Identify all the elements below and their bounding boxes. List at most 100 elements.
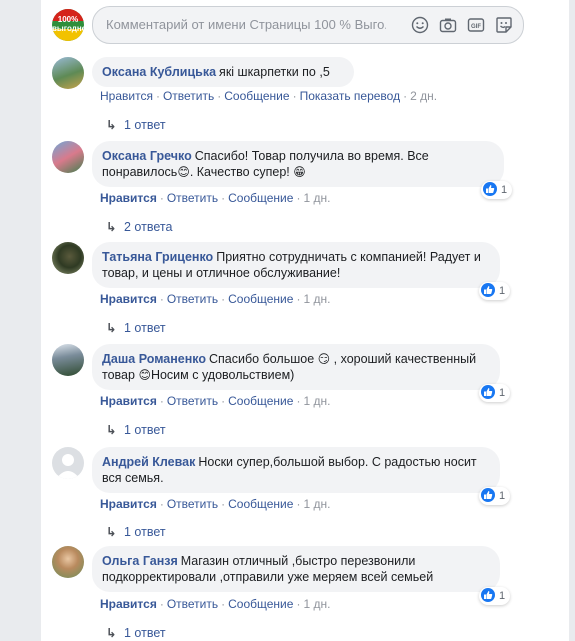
reaction-badge[interactable]: 1 <box>479 282 511 300</box>
comment-author[interactable]: Оксана Гречко <box>102 149 192 163</box>
replies-link[interactable]: ↳ 1 ответ <box>106 422 166 437</box>
page-avatar-text: 100% выгодно <box>52 15 84 33</box>
comment-author[interactable]: Даша Романенко <box>102 352 206 366</box>
like-link[interactable]: Нравится <box>100 292 157 306</box>
smile-icon[interactable] <box>411 16 429 34</box>
avatar[interactable] <box>52 57 84 89</box>
reaction-count: 1 <box>499 590 506 602</box>
reaction-badge[interactable]: 1 <box>481 181 513 199</box>
replies-count: 1 ответ <box>124 626 166 640</box>
message-link[interactable]: Сообщение <box>228 497 293 511</box>
comment-text-continued: . Качество супер! <box>189 165 290 179</box>
reaction-badge[interactable]: 1 <box>479 487 511 505</box>
message-link[interactable]: Сообщение <box>228 597 293 611</box>
translate-link[interactable]: Показать перевод <box>300 89 401 103</box>
comment-actions: Нравится · Ответить · Сообщение · 1 дн. <box>100 497 331 511</box>
like-link[interactable]: Нравится <box>100 497 157 511</box>
comment-input-placeholder: Комментарий от имени Страницы 100 % Выго… <box>106 17 386 32</box>
message-link[interactable]: Сообщение <box>228 394 293 408</box>
timestamp[interactable]: 1 дн. <box>303 597 330 611</box>
like-icon <box>481 588 495 602</box>
reply-arrow-icon: ↳ <box>106 220 117 234</box>
comment-author[interactable]: Оксана Кублицька <box>102 65 216 79</box>
comment-author[interactable]: Андрей Клевак <box>102 455 195 469</box>
comment-author[interactable]: Ольга Ганзя <box>102 554 178 568</box>
reaction-count: 1 <box>499 387 506 399</box>
reply-link[interactable]: Ответить <box>167 394 218 408</box>
replies-link[interactable]: ↳ 1 ответ <box>106 524 166 539</box>
timestamp[interactable]: 1 дн. <box>303 292 330 306</box>
replies-link[interactable]: ↳ 1 ответ <box>106 117 166 132</box>
comments-panel: 100% выгодно Комментарий от имени Страни… <box>41 0 569 641</box>
reply-link[interactable]: Ответить <box>167 597 218 611</box>
reaction-count: 1 <box>499 285 506 297</box>
avatar[interactable] <box>52 242 84 274</box>
avatar[interactable] <box>52 546 84 578</box>
reply-link[interactable]: Ответить <box>167 497 218 511</box>
comment-author[interactable]: Татьяна Гриценко <box>102 250 213 264</box>
like-icon <box>481 488 495 502</box>
avatar[interactable] <box>52 141 84 173</box>
reply-arrow-icon: ↳ <box>106 423 117 437</box>
like-link[interactable]: Нравится <box>100 394 157 408</box>
comment-bubble: Оксана Гречко Спасибо! Товар получила во … <box>92 141 504 187</box>
replies-count: 1 ответ <box>124 118 166 132</box>
comment-bubble: Ольга Ганзя Магазин отличный ,быстро пере… <box>92 546 500 592</box>
smirk-emoji-icon: 😏 <box>317 352 331 366</box>
sticker-icon[interactable] <box>495 16 513 34</box>
replies-count: 2 ответа <box>124 220 173 234</box>
reply-arrow-icon: ↳ <box>106 118 117 132</box>
replies-count: 1 ответ <box>124 525 166 539</box>
smile-emoji-icon: 😊 <box>177 165 190 179</box>
reply-link[interactable]: Ответить <box>167 191 218 205</box>
reaction-count: 1 <box>501 184 508 196</box>
comment-text: Спасибо большое <box>209 352 315 366</box>
reaction-badge[interactable]: 1 <box>479 587 511 605</box>
reply-link[interactable]: Ответить <box>163 89 214 103</box>
like-link[interactable]: Нравится <box>100 191 157 205</box>
like-icon <box>481 283 495 297</box>
timestamp[interactable]: 1 дн. <box>303 497 330 511</box>
svg-text:GIF: GIF <box>471 24 481 30</box>
replies-count: 1 ответ <box>124 321 166 335</box>
replies-link[interactable]: ↳ 1 ответ <box>106 320 166 335</box>
replies-link[interactable]: ↳ 1 ответ <box>106 625 166 640</box>
comment-bubble: Даша Романенко Спасибо большое 😏 , хороши… <box>92 344 500 390</box>
avatar[interactable] <box>52 344 84 376</box>
comment-actions: Нравится · Ответить · Сообщение · 1 дн. <box>100 597 331 611</box>
reply-arrow-icon: ↳ <box>106 525 117 539</box>
comment-bubble: Оксана Кублицька які шкарпетки по ,5 <box>92 57 354 87</box>
avatar[interactable] <box>52 447 84 479</box>
replies-count: 1 ответ <box>124 423 166 437</box>
like-icon <box>481 385 495 399</box>
reaction-count: 1 <box>499 490 506 502</box>
comment-bubble: Андрей Клевак Носки супер,большой выбор. … <box>92 447 500 493</box>
page-avatar[interactable]: 100% выгодно <box>52 9 84 41</box>
comment-actions: Нравится · Ответить · Сообщение · 1 дн. <box>100 292 331 306</box>
comment-actions: Нравится · Ответить · Сообщение · Показать пер… <box>100 89 438 103</box>
like-link[interactable]: Нравится <box>100 89 153 103</box>
comment-composer: 100% выгодно Комментарий от имени Страни… <box>52 6 562 44</box>
timestamp[interactable]: 1 дн. <box>303 191 330 205</box>
reply-arrow-icon: ↳ <box>106 626 117 640</box>
gif-icon[interactable]: GIF <box>467 16 485 34</box>
comment-actions: Нравится · Ответить · Сообщение · 1 дн. <box>100 394 331 408</box>
reply-arrow-icon: ↳ <box>106 321 117 335</box>
comment-text-end: Носим с удовольствием) <box>150 368 295 382</box>
comment-bubble: Татьяна Гриценко Приятно сотрудничать с к… <box>92 242 500 288</box>
message-link[interactable]: Сообщение <box>224 89 289 103</box>
comment-actions: Нравится · Ответить · Сообщение · 1 дн. <box>100 191 331 205</box>
like-link[interactable]: Нравится <box>100 597 157 611</box>
default-avatar-icon <box>56 454 80 479</box>
replies-link[interactable]: ↳ 2 ответа <box>106 219 172 234</box>
smile-emoji-icon: 😊 <box>138 368 151 382</box>
message-link[interactable]: Сообщение <box>228 292 293 306</box>
timestamp[interactable]: 1 дн. <box>303 394 330 408</box>
comment-input[interactable]: Комментарий от имени Страницы 100 % Выго… <box>92 6 524 44</box>
camera-icon[interactable] <box>439 16 457 34</box>
reaction-badge[interactable]: 1 <box>479 384 511 402</box>
timestamp[interactable]: 2 дн. <box>410 89 437 103</box>
message-link[interactable]: Сообщение <box>228 191 293 205</box>
grin-emoji-icon: 😁 <box>293 165 306 179</box>
reply-link[interactable]: Ответить <box>167 292 218 306</box>
